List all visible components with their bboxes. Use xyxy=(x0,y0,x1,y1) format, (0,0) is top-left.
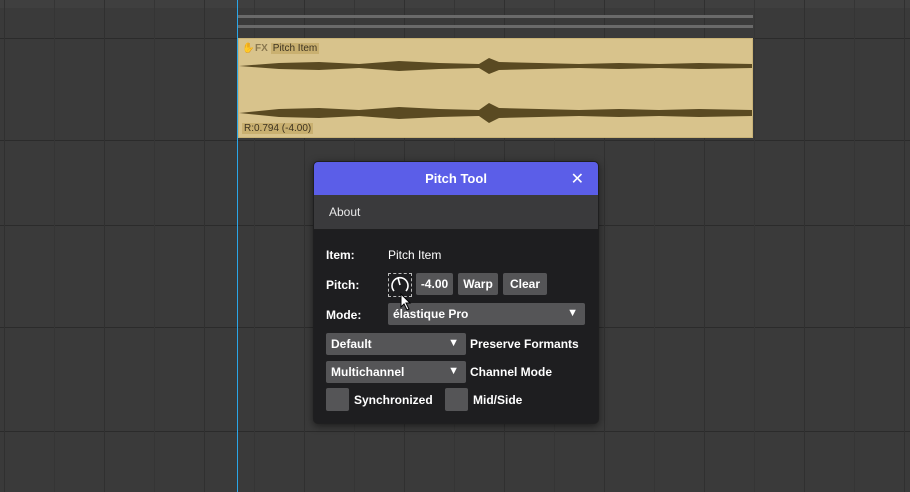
grid-line xyxy=(904,0,905,492)
menu-item-about[interactable]: About xyxy=(329,205,360,219)
mouse-pointer-icon xyxy=(400,293,412,311)
track-divider xyxy=(0,140,910,141)
channel-mode-value: Multichannel xyxy=(331,365,405,379)
pitch-value-field[interactable]: -4.00 xyxy=(416,273,453,295)
grid-line xyxy=(204,0,205,492)
clear-button[interactable]: Clear xyxy=(503,273,547,295)
mode-dropdown[interactable]: élastique Pro ▼ xyxy=(388,303,585,325)
preserve-formants-label: Preserve Formants xyxy=(470,337,579,351)
media-item[interactable]: ✋ FX Pitch Item R:0.794 (-4.00) xyxy=(238,38,753,138)
waveform-channel-2 xyxy=(239,103,752,123)
grid-line xyxy=(854,0,855,492)
timeline-strip xyxy=(0,0,910,8)
edit-cursor xyxy=(237,0,238,492)
formant-dropdown[interactable]: Default ▼ xyxy=(326,333,466,355)
lock-icon[interactable]: ✋ xyxy=(242,43,254,54)
dialog-content: Item: Pitch Item Pitch: -4.00 Warp Clear… xyxy=(314,230,598,423)
envelope-lane xyxy=(238,25,753,28)
waveform-channel-1 xyxy=(239,58,752,74)
dropdown-arrow-icon: ▼ xyxy=(448,337,459,349)
menu-bar: About xyxy=(314,195,598,230)
dialog-titlebar[interactable]: Pitch Tool ✕ xyxy=(314,162,598,195)
midside-checkbox[interactable] xyxy=(445,388,468,411)
grid-line xyxy=(804,0,805,492)
grid-line xyxy=(54,0,55,492)
dropdown-arrow-icon: ▼ xyxy=(567,307,578,319)
grid-line xyxy=(4,0,5,492)
item-field-value: Pitch Item xyxy=(388,248,442,262)
playrate-label: R:0.794 (-4.00) xyxy=(242,123,314,134)
item-name-label: Pitch Item xyxy=(270,42,320,54)
close-icon[interactable]: ✕ xyxy=(571,169,584,189)
warp-button[interactable]: Warp xyxy=(458,273,498,295)
item-field-label: Item: xyxy=(326,248,355,262)
synchronized-checkbox[interactable] xyxy=(326,388,349,411)
channel-mode-label: Channel Mode xyxy=(470,365,553,379)
dialog-title: Pitch Tool xyxy=(425,171,487,186)
grid-line xyxy=(154,0,155,492)
channel-mode-dropdown[interactable]: Multichannel ▼ xyxy=(326,361,466,383)
midside-label: Mid/Side xyxy=(473,393,523,407)
envelope-lane xyxy=(238,15,753,18)
mode-field-label: Mode: xyxy=(326,308,362,322)
grid-line xyxy=(754,0,755,492)
pitch-field-label: Pitch: xyxy=(326,278,360,292)
synchronized-label: Synchronized xyxy=(354,393,433,407)
grid-line xyxy=(104,0,105,492)
formant-dropdown-value: Default xyxy=(331,337,372,351)
track-divider xyxy=(0,431,910,432)
pitch-tool-dialog: Pitch Tool ✕ About Item: Pitch Item Pitc… xyxy=(313,161,599,424)
dropdown-arrow-icon: ▼ xyxy=(448,365,459,377)
fx-button[interactable]: FX xyxy=(255,43,268,54)
